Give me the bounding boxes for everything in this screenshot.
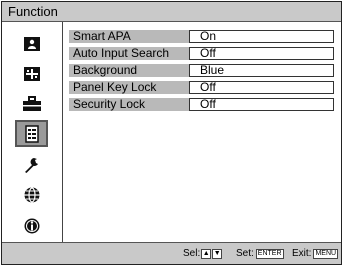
info-icon bbox=[24, 218, 39, 233]
up-arrow-key-icon: ▲ bbox=[201, 248, 212, 259]
sidebar-item-screen[interactable] bbox=[15, 60, 48, 87]
menu-key-icon: MENU bbox=[313, 248, 339, 259]
setting-value[interactable]: Off bbox=[189, 98, 334, 111]
setting-row-smart-apa[interactable]: Smart APA On bbox=[69, 30, 334, 43]
setting-row-background[interactable]: Background Blue bbox=[69, 64, 334, 77]
sidebar-item-setup[interactable] bbox=[15, 90, 48, 117]
category-sidebar bbox=[2, 22, 63, 243]
function-menu-window: Function Smart APA On Auto Input Search … bbox=[1, 1, 342, 265]
menu-title: Function bbox=[8, 4, 58, 19]
setting-row-panel-key-lock[interactable]: Panel Key Lock Off bbox=[69, 81, 334, 94]
setup-toolbox-icon bbox=[22, 95, 41, 111]
key-guide-footer: Sel: ▲ ▼ Set: ENTER Exit: MENU bbox=[2, 242, 341, 264]
setting-row-security-lock[interactable]: Security Lock Off bbox=[69, 98, 334, 111]
function-list-icon bbox=[24, 124, 39, 143]
setting-label: Auto Input Search bbox=[69, 47, 189, 60]
screen-adjust-icon bbox=[23, 66, 40, 81]
exit-label: Exit: bbox=[292, 248, 312, 259]
setting-label: Smart APA bbox=[69, 30, 189, 43]
setting-label: Panel Key Lock bbox=[69, 81, 189, 94]
wrench-icon bbox=[24, 157, 38, 173]
globe-icon bbox=[24, 186, 39, 203]
sidebar-item-information[interactable] bbox=[15, 212, 48, 239]
setting-row-auto-input-search[interactable]: Auto Input Search Off bbox=[69, 47, 334, 60]
setting-value[interactable]: Off bbox=[189, 47, 334, 60]
set-label: Set: bbox=[236, 248, 254, 259]
setting-value[interactable]: Blue bbox=[189, 64, 334, 77]
sidebar-item-picture[interactable] bbox=[15, 30, 48, 57]
picture-icon bbox=[23, 36, 40, 51]
enter-key-icon: ENTER bbox=[255, 248, 284, 259]
select-label: Sel: bbox=[183, 248, 201, 259]
exit-hint: Exit: MENU bbox=[292, 248, 339, 259]
sidebar-item-installation[interactable] bbox=[15, 151, 48, 178]
select-hint: Sel: ▲ ▼ bbox=[183, 248, 223, 259]
set-hint: Set: ENTER bbox=[236, 248, 284, 259]
setting-label: Background bbox=[69, 64, 189, 77]
setting-value[interactable]: Off bbox=[189, 81, 334, 94]
sidebar-item-language[interactable] bbox=[15, 181, 48, 208]
down-arrow-key-icon: ▼ bbox=[212, 248, 223, 259]
sidebar-item-function[interactable] bbox=[15, 120, 48, 147]
title-bar: Function bbox=[2, 2, 341, 22]
setting-value[interactable]: On bbox=[189, 30, 334, 43]
setting-label: Security Lock bbox=[69, 98, 189, 111]
